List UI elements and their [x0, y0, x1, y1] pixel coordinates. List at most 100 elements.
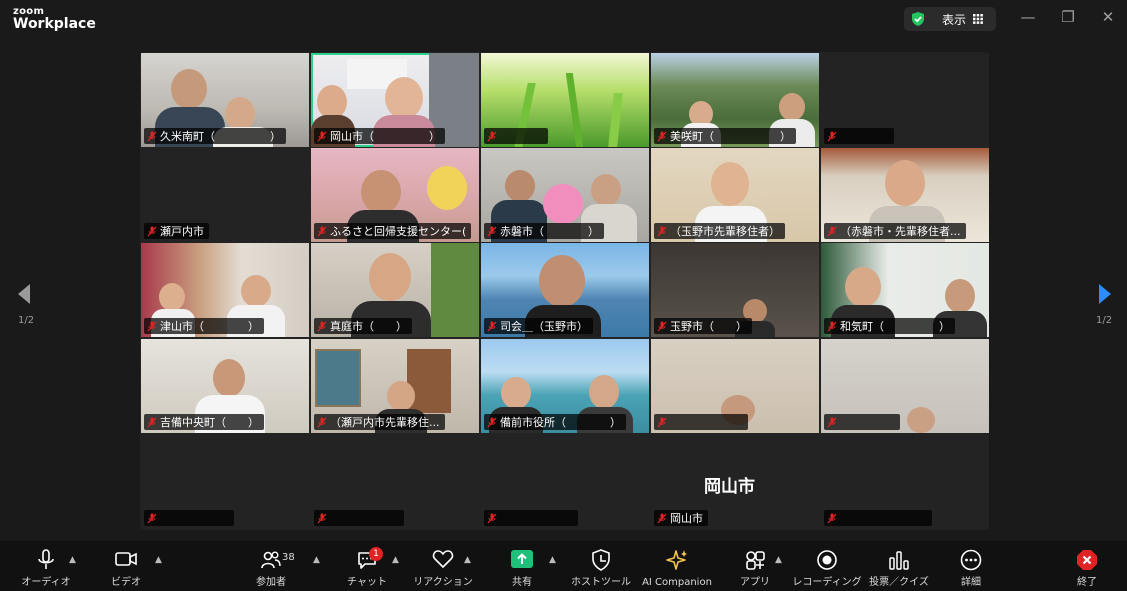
video-tile[interactable]: 津山市（ ）	[141, 243, 309, 337]
video-button[interactable]: ビデオ	[110, 541, 142, 591]
video-tile[interactable]: 吉備中央町（ ）	[141, 339, 309, 433]
video-tile[interactable]: 赤磐市（ ）	[481, 148, 649, 242]
video-tile-active-speaker[interactable]: 岡山市（ ）	[311, 53, 479, 147]
muted-mic-icon	[147, 417, 157, 427]
previous-page-icon[interactable]	[16, 282, 32, 306]
muted-mic-icon	[827, 321, 837, 331]
muted-mic-icon	[827, 417, 837, 427]
share-button[interactable]: 共有	[507, 541, 537, 591]
participant-display-name: 岡山市	[704, 477, 755, 497]
video-tile[interactable]: 備前市役所（ ）	[481, 339, 649, 433]
video-tile[interactable]	[311, 435, 479, 529]
reactions-options-chevron-icon[interactable]: ▲	[464, 555, 471, 565]
video-options-chevron-icon[interactable]: ▲	[155, 555, 162, 565]
reactions-button[interactable]: リアクション	[413, 541, 473, 591]
recording-button[interactable]: レコーディング	[792, 541, 862, 591]
participant-name-tag: 美咲町（ ）	[654, 128, 796, 144]
video-tile[interactable]: 司会＿（玉野市）	[481, 243, 649, 337]
video-tile[interactable]	[821, 53, 989, 147]
page-indicator-right: 1/2	[1096, 315, 1113, 326]
grid-icon	[973, 14, 983, 24]
video-tile[interactable]: 玉野市（ ）	[651, 243, 819, 337]
video-tile[interactable]	[821, 435, 989, 529]
participants-icon	[261, 551, 281, 569]
video-tile[interactable]: 真庭市（ ）	[311, 243, 479, 337]
video-tile[interactable]: ふるさと回帰支援センター(	[311, 148, 479, 242]
video-tile[interactable]	[821, 339, 989, 433]
muted-mic-icon	[827, 226, 837, 236]
participant-name-tag	[484, 510, 578, 526]
participant-name-tag: 和気町（ ）	[824, 318, 955, 334]
participant-name-tag	[824, 414, 900, 430]
apps-options-chevron-icon[interactable]: ▲	[775, 555, 782, 565]
participant-name-tag	[144, 510, 234, 526]
muted-mic-icon	[657, 417, 667, 427]
participant-name-tag: 瀬戸内市	[144, 223, 209, 239]
heart-icon	[432, 550, 454, 568]
chat-unread-badge: 1	[369, 547, 383, 561]
participant-name-tag: 司会＿（玉野市）	[484, 318, 593, 334]
workplace-logo: Workplace	[13, 16, 96, 32]
polls-button[interactable]: 投票／クイズ	[869, 541, 929, 591]
muted-mic-icon	[147, 513, 157, 523]
audio-button[interactable]: オーディオ	[21, 541, 71, 591]
video-tile[interactable]	[481, 53, 649, 147]
muted-mic-icon	[317, 226, 327, 236]
video-tile[interactable]: 美咲町（ ）	[651, 53, 819, 147]
bar-chart-icon	[889, 551, 909, 570]
participants-options-chevron-icon[interactable]: ▲	[313, 555, 320, 565]
muted-mic-icon	[487, 131, 497, 141]
close-icon[interactable]: ✕	[1098, 8, 1118, 26]
microphone-icon	[38, 549, 54, 569]
muted-mic-icon	[487, 321, 497, 331]
participants-count: 38	[282, 552, 295, 563]
muted-mic-icon	[147, 321, 157, 331]
video-tile[interactable]: （赤磐市・先輩移住者...	[821, 148, 989, 242]
more-button[interactable]: 詳細	[956, 541, 986, 591]
participant-name-tag: 岡山市（ ）	[314, 128, 445, 144]
video-tile[interactable]	[141, 435, 309, 529]
muted-mic-icon	[657, 226, 667, 236]
video-tile[interactable]: （瀬戸内市先輩移住...	[311, 339, 479, 433]
muted-mic-icon	[657, 513, 667, 523]
minimize-icon[interactable]: —	[1018, 8, 1038, 26]
video-camera-icon	[115, 552, 137, 566]
participants-button[interactable]: 38 参加者	[256, 541, 295, 591]
end-meeting-button[interactable]: 終了	[1072, 541, 1102, 591]
participant-name-tag: 真庭市（ ）	[314, 318, 412, 334]
participant-name-tag: 津山市（ ）	[144, 318, 264, 334]
muted-mic-icon	[147, 131, 157, 141]
muted-mic-icon	[487, 417, 497, 427]
muted-mic-icon	[827, 131, 837, 141]
video-tile[interactable]: 久米南町（ ）	[141, 53, 309, 147]
participant-name-tag	[654, 414, 748, 430]
muted-mic-icon	[147, 226, 157, 236]
next-page-icon[interactable]	[1097, 282, 1113, 306]
participant-name-tag: （赤磐市・先輩移住者...	[824, 223, 966, 239]
restore-icon[interactable]: ❐	[1058, 8, 1078, 26]
participant-name-tag: 備前市役所（ ）	[484, 414, 626, 430]
muted-mic-icon	[317, 417, 327, 427]
audio-options-chevron-icon[interactable]: ▲	[69, 555, 76, 565]
meeting-toolbar: オーディオ ▲ ビデオ ▲ 38 参加者 ▲ 1 チャット ▲ リアクション ▲…	[0, 541, 1127, 591]
video-tile[interactable]: 瀬戸内市	[141, 148, 309, 242]
sparkle-icon	[666, 550, 687, 570]
video-tile[interactable]	[481, 435, 649, 529]
video-tile[interactable]: （玉野市先輩移住者）	[651, 148, 819, 242]
chat-options-chevron-icon[interactable]: ▲	[392, 555, 399, 565]
apps-button[interactable]: アプリ	[740, 541, 770, 591]
video-tile[interactable]	[651, 339, 819, 433]
share-options-chevron-icon[interactable]: ▲	[549, 555, 556, 565]
view-label: 表示	[942, 13, 967, 27]
muted-mic-icon	[657, 131, 667, 141]
muted-mic-icon	[317, 513, 327, 523]
page-indicator-left: 1/2	[18, 315, 35, 326]
gallery-view: 久米南町（ ） 岡山市（ ） 美咲町（ ） 瀬戸内市 ふるさと回帰支援センター(…	[140, 52, 989, 530]
host-tools-button[interactable]: ホストツール	[571, 541, 631, 591]
ai-companion-button[interactable]: AI Companion	[642, 541, 712, 591]
chat-button[interactable]: 1 チャット	[347, 541, 387, 591]
participant-name-tag: 久米南町（ ）	[144, 128, 286, 144]
apps-icon	[746, 551, 765, 570]
video-tile[interactable]: 和気町（ ）	[821, 243, 989, 337]
view-button[interactable]: 表示	[904, 7, 996, 31]
